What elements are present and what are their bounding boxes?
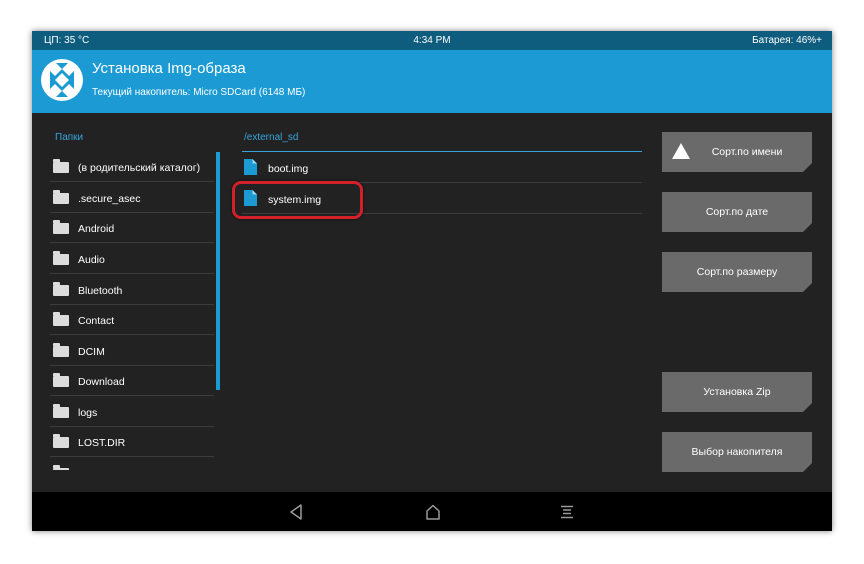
folder-icon	[53, 373, 69, 387]
install-zip-label: Установка Zip	[703, 386, 771, 398]
select-storage-label: Выбор накопителя	[691, 446, 783, 458]
sort-by-name-button[interactable]: Сорт.по имени	[662, 132, 812, 172]
sort-by-size-label: Сорт.по размеру	[696, 266, 778, 278]
menu-icon[interactable]	[560, 505, 574, 519]
folder-icon	[53, 251, 69, 265]
folder-label: Contact	[78, 315, 115, 327]
folder-label: LOST.DIR	[78, 437, 126, 449]
folder-item-partial[interactable]	[50, 458, 214, 470]
page-title: Установка Img-образа	[92, 60, 246, 77]
sort-by-date-button[interactable]: Сорт.по дате	[662, 192, 812, 232]
folder-item[interactable]: Bluetooth	[50, 275, 214, 305]
file-label: boot.img	[268, 163, 309, 175]
folder-item[interactable]: (в родительский каталог)	[50, 152, 214, 182]
folder-item[interactable]: LOST.DIR	[50, 427, 214, 457]
folder-item[interactable]: logs	[50, 397, 214, 427]
twrp-screen: ЦП: 35 °C 4:34 PM Батарея: 46%+ Установк…	[32, 31, 832, 531]
header: Установка Img-образа Текущий накопитель:…	[32, 50, 832, 113]
folder-icon	[53, 220, 69, 234]
navigation-bar	[32, 492, 832, 531]
folder-label: Bluetooth	[78, 285, 123, 297]
selection-highlight	[232, 181, 363, 219]
current-storage: Текущий накопитель: Micro SDCard (6148 М…	[92, 87, 306, 98]
folder-icon	[53, 434, 69, 448]
folder-item[interactable]: Audio	[50, 244, 214, 274]
folder-scrollbar[interactable]	[216, 152, 220, 390]
folder-icon	[53, 282, 69, 296]
file-item[interactable]: boot.img	[242, 152, 642, 183]
folder-label: (в родительский каталог)	[78, 162, 201, 174]
folder-list[interactable]: (в родительский каталог) .secure_asec An…	[50, 152, 214, 470]
clock: 4:34 PM	[413, 35, 451, 46]
folder-label: logs	[78, 407, 98, 419]
folder-item[interactable]: Contact	[50, 305, 214, 335]
sort-by-date-label: Сорт.по дате	[705, 206, 769, 218]
current-path: /external_sd	[244, 132, 299, 143]
folder-item[interactable]: DCIM	[50, 336, 214, 366]
folder-label: .secure_asec	[78, 193, 141, 205]
sort-by-size-button[interactable]: Сорт.по размеру	[662, 252, 812, 292]
twrp-logo-icon	[41, 59, 83, 101]
home-icon[interactable]	[425, 504, 441, 520]
sort-by-name-label: Сорт.по имени	[711, 146, 783, 158]
folders-heading: Папки	[55, 132, 84, 143]
select-storage-button[interactable]: Выбор накопителя	[662, 432, 812, 472]
folder-label: Download	[78, 376, 125, 388]
folder-label: Audio	[78, 254, 105, 266]
folder-icon	[53, 465, 69, 470]
file-icon	[244, 159, 257, 175]
back-icon[interactable]	[289, 504, 303, 520]
folder-icon	[53, 312, 69, 326]
folder-icon	[53, 404, 69, 418]
battery-level: Батарея: 46%+	[752, 35, 822, 46]
folder-icon	[53, 159, 69, 173]
folder-label: DCIM	[78, 346, 105, 358]
install-zip-button[interactable]: Установка Zip	[662, 372, 812, 412]
folder-item[interactable]: Download	[50, 366, 214, 396]
folder-icon	[53, 190, 69, 204]
folder-icon	[53, 343, 69, 357]
status-bar: ЦП: 35 °C 4:34 PM Батарея: 46%+	[32, 31, 832, 50]
folder-item[interactable]: Android	[50, 213, 214, 243]
folder-item[interactable]: .secure_asec	[50, 183, 214, 213]
folder-label: Android	[78, 223, 115, 235]
